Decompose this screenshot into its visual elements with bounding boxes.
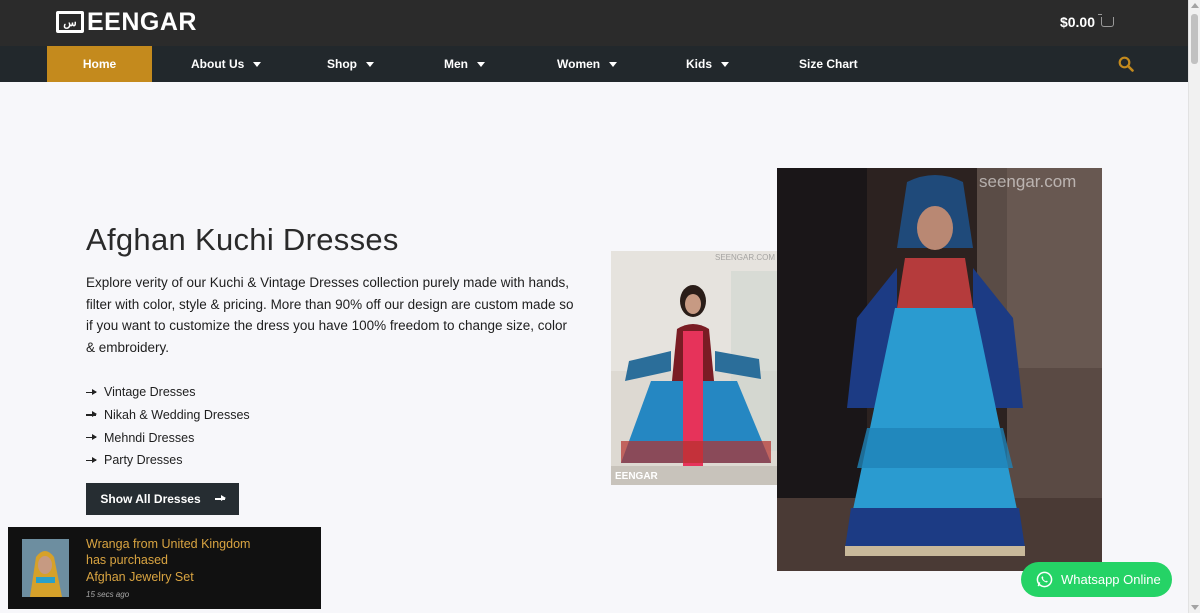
caret-down-icon xyxy=(477,61,485,67)
show-all-dresses-button[interactable]: Show All Dresses xyxy=(86,483,239,515)
scroll-up-icon[interactable] xyxy=(1191,3,1199,8)
category-links: Vintage Dresses Nikah & Wedding Dresses … xyxy=(86,381,250,472)
nav-item-size-chart[interactable]: Size Chart xyxy=(799,46,858,82)
logo-mark: س xyxy=(56,11,84,33)
nav-item-home[interactable]: Home xyxy=(47,46,152,82)
search-icon[interactable] xyxy=(1118,56,1134,72)
page-title: Afghan Kuchi Dresses xyxy=(86,222,399,257)
popup-customer: Wranga from United Kingdom xyxy=(86,537,251,551)
product-image-large[interactable]: seengar.com xyxy=(777,168,1102,571)
nav-item-label: About Us xyxy=(191,57,245,71)
whatsapp-button[interactable]: Whatsapp Online xyxy=(1021,562,1172,597)
basket-icon xyxy=(1098,14,1114,27)
list-item[interactable]: Vintage Dresses xyxy=(86,381,250,404)
product-image-small[interactable]: EENGAR SEENGAR.COM xyxy=(611,251,777,485)
image-watermark: EENGAR xyxy=(615,471,658,482)
nav-item-kids[interactable]: Kids xyxy=(686,46,730,82)
whatsapp-label: Whatsapp Online xyxy=(1061,572,1161,587)
scroll-down-icon[interactable] xyxy=(1191,605,1199,610)
cart-button[interactable]: $0.00 xyxy=(1060,14,1114,30)
main-nav: Home About Us Shop Men Women Kids Size C… xyxy=(0,46,1188,82)
link-label: Party Dresses xyxy=(104,453,183,468)
nav-item-label: Home xyxy=(82,57,117,71)
page-scrollbar[interactable] xyxy=(1188,0,1200,613)
recent-purchase-popup[interactable]: Wranga from United Kingdom has purchased… xyxy=(8,527,321,609)
nav-item-men[interactable]: Men xyxy=(444,46,485,82)
arrow-right-icon xyxy=(86,434,97,440)
nav-item-label: Women xyxy=(557,57,601,71)
arrow-right-icon xyxy=(86,389,97,394)
site-logo[interactable]: س EENGAR xyxy=(56,8,197,36)
dress-photo-large xyxy=(777,168,1102,571)
caret-down-icon xyxy=(721,61,730,67)
image-watermark: seengar.com xyxy=(979,172,1077,191)
button-label: Show All Dresses xyxy=(100,492,201,506)
link-label: Mehndi Dresses xyxy=(104,430,195,445)
popup-product: Afghan Jewelry Set xyxy=(86,570,194,584)
list-item[interactable]: Mehndi Dresses xyxy=(86,426,250,449)
nav-item-label: Shop xyxy=(327,57,357,71)
arrow-right-icon xyxy=(86,457,97,462)
popup-timestamp: 15 secs ago xyxy=(86,590,130,599)
logo-text: EENGAR xyxy=(87,8,197,36)
nav-item-shop[interactable]: Shop xyxy=(327,46,374,82)
caret-down-icon xyxy=(366,61,374,67)
list-item[interactable]: Party Dresses xyxy=(86,449,250,472)
nav-item-label: Size Chart xyxy=(799,57,858,71)
dress-photo-small xyxy=(611,251,777,485)
nav-item-label: Men xyxy=(444,57,468,71)
nav-item-label: Kids xyxy=(686,57,713,71)
nav-item-about-us[interactable]: About Us xyxy=(191,46,262,82)
whatsapp-icon xyxy=(1036,571,1053,588)
product-thumbnail xyxy=(22,539,69,597)
cart-total: $0.00 xyxy=(1059,14,1095,30)
image-watermark-top: SEENGAR.COM xyxy=(715,253,776,262)
caret-down-icon xyxy=(253,61,262,67)
arrow-right-icon xyxy=(214,496,226,501)
popup-action: has purchased xyxy=(86,553,169,567)
link-label: Vintage Dresses xyxy=(104,385,196,400)
link-label: Nikah & Wedding Dresses xyxy=(104,408,250,423)
list-item[interactable]: Nikah & Wedding Dresses xyxy=(86,404,250,427)
top-header: س EENGAR $0.00 xyxy=(0,0,1188,46)
hero-description: Explore verity of our Kuchi & Vintage Dr… xyxy=(86,275,574,355)
caret-down-icon xyxy=(609,61,618,67)
scroll-thumb[interactable] xyxy=(1191,14,1198,64)
nav-item-women[interactable]: Women xyxy=(557,46,618,82)
arrow-right-icon xyxy=(86,412,97,417)
